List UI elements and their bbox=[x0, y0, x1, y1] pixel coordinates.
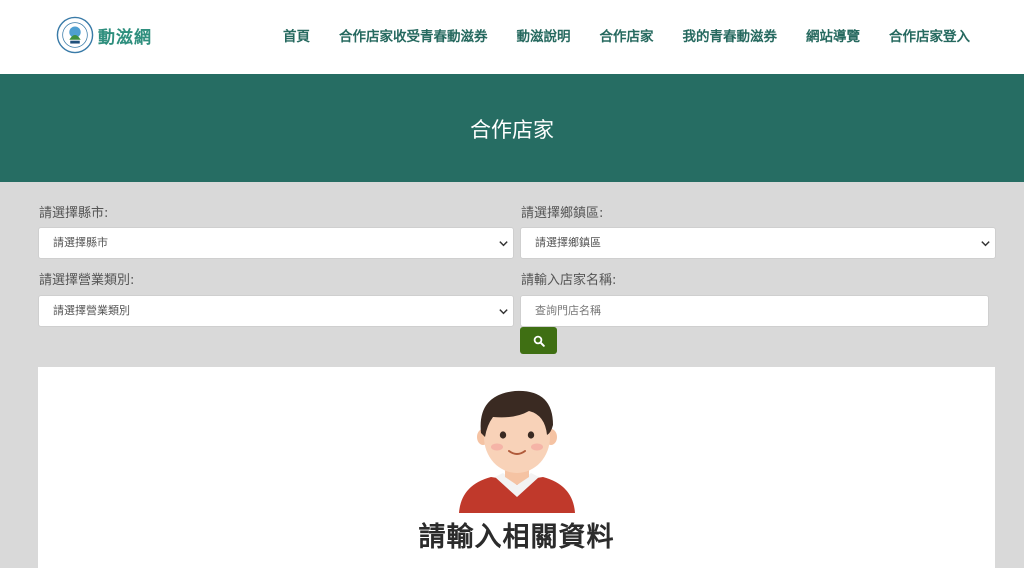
city-label: 請選擇縣市: bbox=[39, 206, 109, 221]
nav-item-site-map[interactable]: 網站導覽 bbox=[806, 25, 860, 45]
city-select[interactable]: 請選擇縣市 bbox=[38, 227, 514, 259]
chevron-down-icon bbox=[499, 241, 508, 247]
prompt-heading: 請輸入相關資料 bbox=[418, 522, 615, 553]
chevron-down-icon bbox=[499, 309, 508, 315]
district-select-value: 請選擇鄉鎮區 bbox=[535, 236, 601, 249]
chevron-down-icon bbox=[981, 241, 990, 247]
site-logo[interactable]: 動滋網 bbox=[56, 16, 152, 54]
person-avatar-icon bbox=[459, 390, 575, 513]
store-name-input[interactable]: 查詢門店名稱 bbox=[520, 295, 989, 327]
store-name-label: 請輸入店家名稱: bbox=[521, 273, 617, 288]
district-label: 請選擇鄉鎮區: bbox=[521, 206, 604, 221]
category-select[interactable]: 請選擇營業類別 bbox=[38, 295, 514, 327]
nav-item-my-vouchers[interactable]: 我的青春動滋券 bbox=[683, 25, 778, 45]
nav-item-voucher-info[interactable]: 動滋說明 bbox=[517, 25, 571, 45]
district-select[interactable]: 請選擇鄉鎮區 bbox=[520, 227, 996, 259]
search-button[interactable] bbox=[520, 327, 557, 354]
store-name-placeholder: 查詢門店名稱 bbox=[535, 304, 601, 317]
nav-item-partner-login[interactable]: 合作店家登入 bbox=[889, 25, 970, 45]
site-header: 動滋網 首頁 合作店家收受青春動滋券 動滋說明 合作店家 我的青春動滋券 網站導… bbox=[0, 0, 1024, 74]
nav-item-home[interactable]: 首頁 bbox=[283, 25, 310, 45]
page-banner: 合作店家 bbox=[0, 74, 1024, 182]
search-icon bbox=[533, 335, 545, 347]
category-label: 請選擇營業類別: bbox=[39, 273, 135, 288]
result-card: 請輸入相關資料 bbox=[38, 367, 995, 568]
category-select-value: 請選擇營業類別 bbox=[53, 304, 130, 317]
nav-item-partner-stores[interactable]: 合作店家 bbox=[600, 25, 654, 45]
page-title: 合作店家 bbox=[470, 118, 554, 142]
nav-item-partner-accept-voucher[interactable]: 合作店家收受青春動滋券 bbox=[339, 25, 488, 45]
ministry-emblem-icon bbox=[56, 16, 94, 54]
city-select-value: 請選擇縣市 bbox=[53, 236, 108, 249]
main-nav: 首頁 合作店家收受青春動滋券 動滋說明 合作店家 我的青春動滋券 網站導覽 合作… bbox=[254, 25, 970, 45]
logo-text: 動滋網 bbox=[98, 27, 152, 48]
